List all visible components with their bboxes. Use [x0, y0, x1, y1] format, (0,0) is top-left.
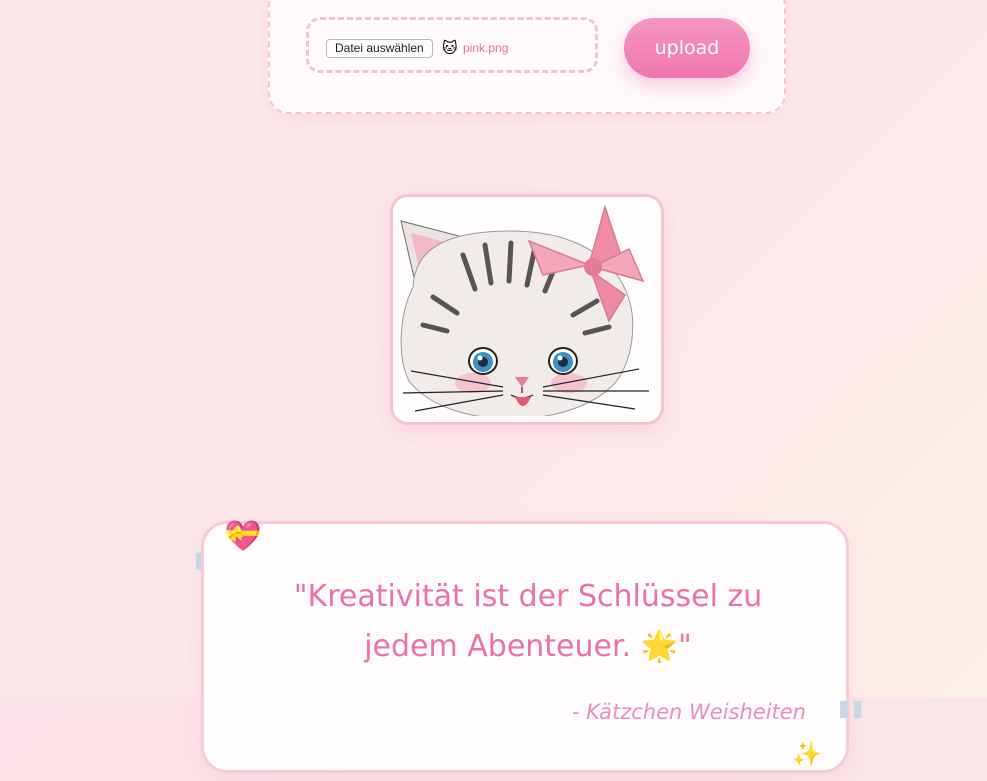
kitten-image	[400, 204, 649, 416]
quote-card: 💝 "Kreativität ist der Schlüssel zu jede…	[201, 519, 849, 773]
quote-text: "Kreativität ist der Schlüssel zu jedem …	[293, 579, 763, 664]
heart-icon: 💝	[224, 519, 262, 554]
choose-file-button[interactable]: Datei auswählen	[326, 39, 433, 58]
cat-face-icon: 🐱	[442, 39, 458, 57]
file-input-zone[interactable]: Datei auswählen 🐱 pink.png	[306, 17, 598, 73]
close-quote-mark: "	[834, 688, 868, 763]
sparkle-icon: ✨	[792, 740, 822, 768]
selected-file-name: pink.png	[463, 41, 509, 55]
kitten-image-frame	[390, 194, 664, 425]
upload-card: Datei auswählen 🐱 pink.png upload	[268, 0, 786, 114]
quote-author: - Kätzchen Weisheiten	[571, 700, 806, 724]
upload-button[interactable]: upload	[624, 18, 750, 78]
